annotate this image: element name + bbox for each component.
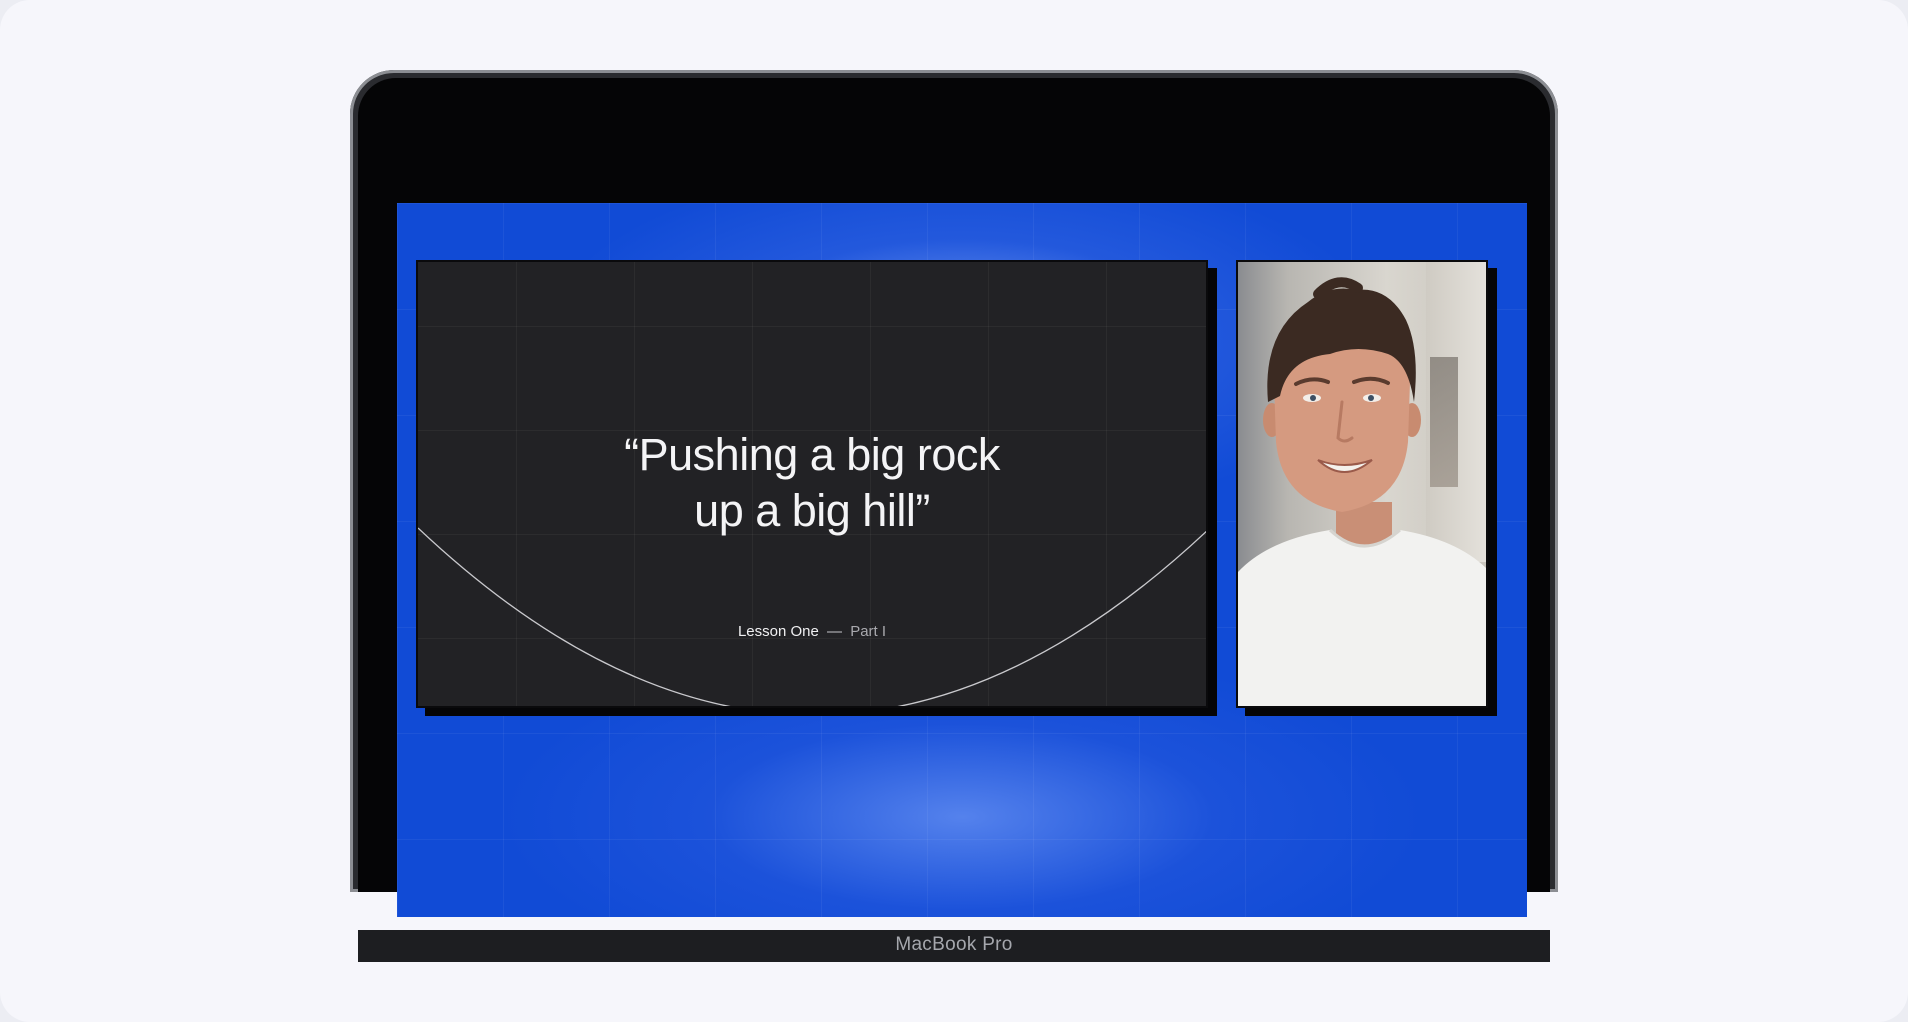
presenter-avatar-icon xyxy=(1238,277,1486,706)
page: MacBook Pro “Pushing a big rock up a big… xyxy=(0,0,1908,1022)
lesson-label: Lesson One xyxy=(737,623,819,640)
presenter-video-feed[interactable] xyxy=(1236,260,1488,708)
subtitle-separator: — xyxy=(827,623,843,640)
slide-quote: “Pushing a big rock up a big hill” xyxy=(624,429,1000,536)
part-label: Part I xyxy=(850,623,887,640)
presentation-slide[interactable]: “Pushing a big rock up a big hill” Lesso… xyxy=(416,260,1208,708)
slide-subtitle: Lesson One — Part I xyxy=(418,623,1206,640)
device-label: MacBook Pro xyxy=(895,934,1013,955)
